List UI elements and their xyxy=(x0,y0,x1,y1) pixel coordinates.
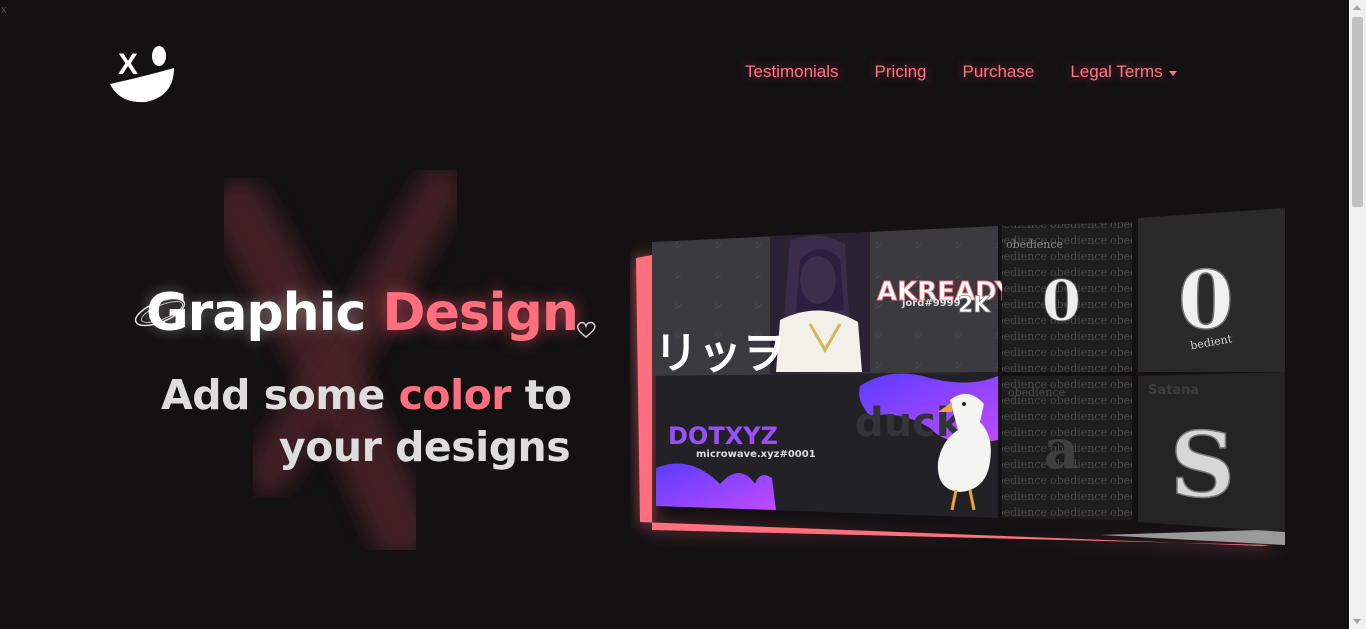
scroll-up-arrow-icon[interactable] xyxy=(1353,5,1361,10)
nav-pricing-label: Pricing xyxy=(874,62,927,81)
banner2-name: DOTXYZ xyxy=(668,422,778,450)
banner1-badge: 2K xyxy=(958,293,991,318)
tile3-word: obedience xyxy=(1008,386,1065,399)
nav-pricing[interactable]: Pricing xyxy=(875,62,927,82)
hero-subtitle-line2: your designs xyxy=(279,423,571,471)
nav-purchase-label: Purchase xyxy=(962,62,1035,81)
banner1-jp-text: リッヲ xyxy=(654,328,786,379)
tile1-word: obedience xyxy=(1006,238,1063,251)
design-showcase: obedience シ AKREADY 2K jord#9999 リッヲ duc… xyxy=(636,208,1285,548)
hero-subtitle-line1: Add some color to xyxy=(161,371,572,419)
hero-subtitle-accent: color xyxy=(398,371,512,419)
hero-title-design: Design xyxy=(382,283,578,343)
nav-legal-terms-label: Legal Terms xyxy=(1070,62,1163,81)
tile4-word: Satana xyxy=(1148,383,1199,398)
main-nav: Testimonials Pricing Purchase Legal Term… xyxy=(745,62,1177,82)
banner2-tag: microwave.xyz#0001 xyxy=(696,449,816,460)
hero-title-graphic: Graphic xyxy=(146,283,366,343)
page-scrollbar[interactable] xyxy=(1349,0,1366,629)
tile3-letter: a xyxy=(1044,417,1079,481)
heart-doodle-icon xyxy=(576,321,596,338)
corner-mark: x xyxy=(1,4,7,16)
tile4-letter: S xyxy=(1170,412,1235,518)
hero-subtitle-part1: Add some xyxy=(161,371,385,419)
tile1-letter: 0 xyxy=(1042,268,1081,334)
background-brush-decoration xyxy=(210,170,464,550)
caret-down-icon xyxy=(1168,70,1177,76)
hero-title: Graphic Design xyxy=(146,283,579,343)
smiley-logo-icon[interactable]: X xyxy=(108,42,180,106)
hero-subtitle-part2: to xyxy=(524,371,572,419)
svg-text:X: X xyxy=(118,48,138,81)
nav-testimonials-label: Testimonials xyxy=(745,62,839,81)
nav-testimonials[interactable]: Testimonials xyxy=(745,62,839,82)
nav-purchase[interactable]: Purchase xyxy=(963,62,1035,82)
banner1-tag: jord#9999 xyxy=(901,298,961,309)
scrollbar-thumb[interactable] xyxy=(1352,17,1363,207)
scroll-down-arrow-icon[interactable] xyxy=(1353,619,1361,624)
nav-legal-terms-dropdown[interactable]: Legal Terms xyxy=(1070,62,1177,82)
